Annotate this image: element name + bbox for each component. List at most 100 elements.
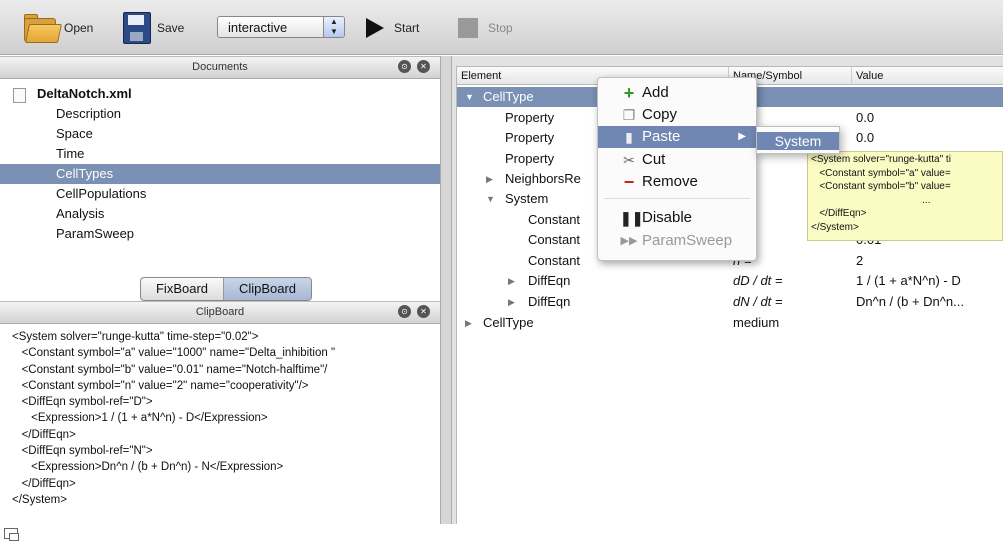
- document-item-label: Analysis: [56, 206, 105, 221]
- copy-icon: ❐: [622, 107, 636, 123]
- menu-item-add[interactable]: + Add: [598, 82, 756, 104]
- floppy-disk-icon: [123, 12, 151, 44]
- tree-row[interactable]: ▶ DiffEqn dD / dt = 1 / (1 + a*N^n) - D: [457, 271, 1003, 291]
- clipboard-line: </DiffEqn>: [12, 477, 76, 490]
- tree-row-element: CellType: [483, 89, 534, 104]
- undock-icon[interactable]: ⊙: [398, 60, 411, 73]
- play-icon: [366, 18, 384, 38]
- tree-row-celltype-medium[interactable]: ▶ CellType medium: [457, 313, 1003, 333]
- folder-icon: [24, 14, 63, 43]
- menu-item-cut[interactable]: ✂ Cut: [598, 149, 756, 171]
- document-item-label: CellPopulations: [56, 186, 147, 201]
- paste-submenu: System: [756, 126, 840, 154]
- menu-item-label: Copy: [642, 106, 678, 123]
- tree-row-element: System: [505, 191, 549, 206]
- board-tabs: FixBoard ClipBoard: [140, 277, 312, 301]
- tooltip-line: </System>: [811, 221, 859, 233]
- start-label: Start: [394, 21, 420, 35]
- menu-item-label: ParamSweep: [642, 232, 733, 249]
- tree-row-element: DiffEqn: [528, 273, 571, 288]
- clipboard-line: <Expression>1 / (1 + a*N^n) - D</Express…: [12, 412, 268, 425]
- left-pane: Documents ⊙ ✕ DeltaNotch.xml Description…: [0, 56, 440, 526]
- start-button[interactable]: Start: [366, 8, 419, 48]
- tree-row[interactable]: ▶ DiffEqn dN / dt = Dn^n / (b + Dn^n...: [457, 292, 1003, 312]
- stop-icon: [458, 18, 478, 38]
- menu-item-label: Cut: [642, 151, 666, 168]
- clipboard-line: <Expression>Dn^n / (b + Dn^n) - N</Expre…: [12, 461, 284, 474]
- tab-fixboard[interactable]: FixBoard: [141, 278, 224, 300]
- clipboard-header: ClipBoard ⊙ ✕: [0, 301, 440, 324]
- open-label: Open: [64, 21, 94, 35]
- undock-icon[interactable]: ⊙: [398, 305, 411, 318]
- menu-item-paste[interactable]: ▮ Paste ▶: [598, 126, 756, 148]
- save-label: Save: [157, 21, 185, 35]
- menu-item-copy[interactable]: ❐ Copy: [598, 104, 756, 126]
- tree-row-value: 0.0: [856, 110, 875, 125]
- disclosure-open-icon[interactable]: ▼: [465, 87, 474, 107]
- clipboard-line: </DiffEqn>: [12, 428, 76, 441]
- clipboard-line: <DiffEqn symbol-ref="N">: [12, 445, 153, 458]
- clipboard-content[interactable]: <System solver="runge-kutta" time-step="…: [12, 329, 437, 508]
- column-header-value[interactable]: Value: [852, 67, 1003, 85]
- tree-row-element: Constant: [528, 232, 581, 247]
- document-item-label: Space: [56, 126, 93, 141]
- paste-icon: ▮: [625, 129, 633, 145]
- document-item-time[interactable]: Time: [0, 144, 440, 164]
- fast-forward-icon: ▶▶: [620, 235, 638, 247]
- mode-select[interactable]: interactive ▲ ▼: [217, 16, 345, 38]
- tree-row-element: CellType: [483, 315, 534, 330]
- splitter-handle[interactable]: [440, 56, 452, 526]
- document-item-cellpopulations[interactable]: CellPopulations: [0, 184, 440, 204]
- document-item-description[interactable]: Description: [0, 104, 440, 124]
- document-item-analysis[interactable]: Analysis: [0, 204, 440, 224]
- document-item-space[interactable]: Space: [0, 124, 440, 144]
- mode-select-value: interactive: [228, 20, 288, 35]
- tree-row-symbol: dN / dt =: [733, 294, 783, 309]
- updown-arrows-icon: ▲ ▼: [323, 17, 344, 37]
- document-item-label: Description: [56, 106, 122, 121]
- tree-row-value: 1 / (1 + a*N^n) - D: [856, 273, 961, 288]
- submenu-item-system[interactable]: System: [757, 132, 839, 150]
- clipboard-line: <Constant symbol="n" value="2" name="coo…: [12, 379, 309, 392]
- tree-row-value: 0.0: [856, 130, 875, 145]
- disclosure-closed-icon[interactable]: ▶: [508, 292, 515, 312]
- tree-row-element: NeighborsRe: [505, 171, 581, 186]
- clipboard-line: <DiffEqn symbol-ref="D">: [12, 396, 153, 409]
- tree-row-value: 2: [856, 253, 864, 268]
- tooltip-line: </DiffEqn>: [811, 208, 867, 219]
- tree-row-name: medium: [733, 315, 780, 330]
- menu-item-disable[interactable]: ❚❚ Disable: [598, 207, 756, 229]
- clipboard-line: </System>: [12, 493, 67, 506]
- menu-item-paramsweep[interactable]: ▶▶ ParamSweep: [598, 230, 756, 252]
- tooltip-line: <Constant symbol="b" value=: [811, 181, 951, 192]
- disclosure-closed-icon[interactable]: ▶: [508, 271, 515, 291]
- tooltip-line: ...: [811, 194, 931, 206]
- document-file-row[interactable]: DeltaNotch.xml: [0, 84, 440, 104]
- menu-item-label: Remove: [642, 173, 698, 190]
- document-item-celltypes[interactable]: CellTypes: [0, 164, 440, 184]
- expand-icon[interactable]: [4, 528, 19, 541]
- save-button[interactable]: Save: [123, 8, 184, 48]
- tree-row-element: Constant: [528, 253, 581, 268]
- bottom-bar: [0, 524, 1003, 546]
- menu-item-remove[interactable]: − Remove: [598, 171, 756, 193]
- close-icon[interactable]: ✕: [417, 60, 430, 73]
- disclosure-closed-icon[interactable]: ▶: [465, 313, 472, 333]
- xml-tooltip: <System solver="runge-kutta" ti <Constan…: [807, 151, 1003, 241]
- disclosure-closed-icon[interactable]: ▶: [486, 169, 493, 189]
- clipboard-line: <Constant symbol="b" value="0.01" name="…: [12, 363, 328, 376]
- open-button[interactable]: Open: [24, 8, 93, 48]
- document-item-label: CellTypes: [56, 166, 114, 181]
- documents-title: Documents: [192, 61, 248, 73]
- menu-item-label: Paste: [642, 128, 681, 145]
- submenu-arrow-icon: ▶: [738, 131, 746, 142]
- stop-button[interactable]: Stop: [458, 8, 513, 48]
- document-item-paramsweep[interactable]: ParamSweep: [0, 224, 440, 244]
- documents-header: Documents ⊙ ✕: [0, 56, 440, 79]
- minus-icon: −: [623, 172, 635, 192]
- tree-row-element: Property: [505, 130, 555, 145]
- tab-clipboard[interactable]: ClipBoard: [224, 278, 311, 300]
- disclosure-open-icon[interactable]: ▼: [486, 189, 495, 209]
- close-icon[interactable]: ✕: [417, 305, 430, 318]
- menu-item-label: Disable: [642, 209, 693, 226]
